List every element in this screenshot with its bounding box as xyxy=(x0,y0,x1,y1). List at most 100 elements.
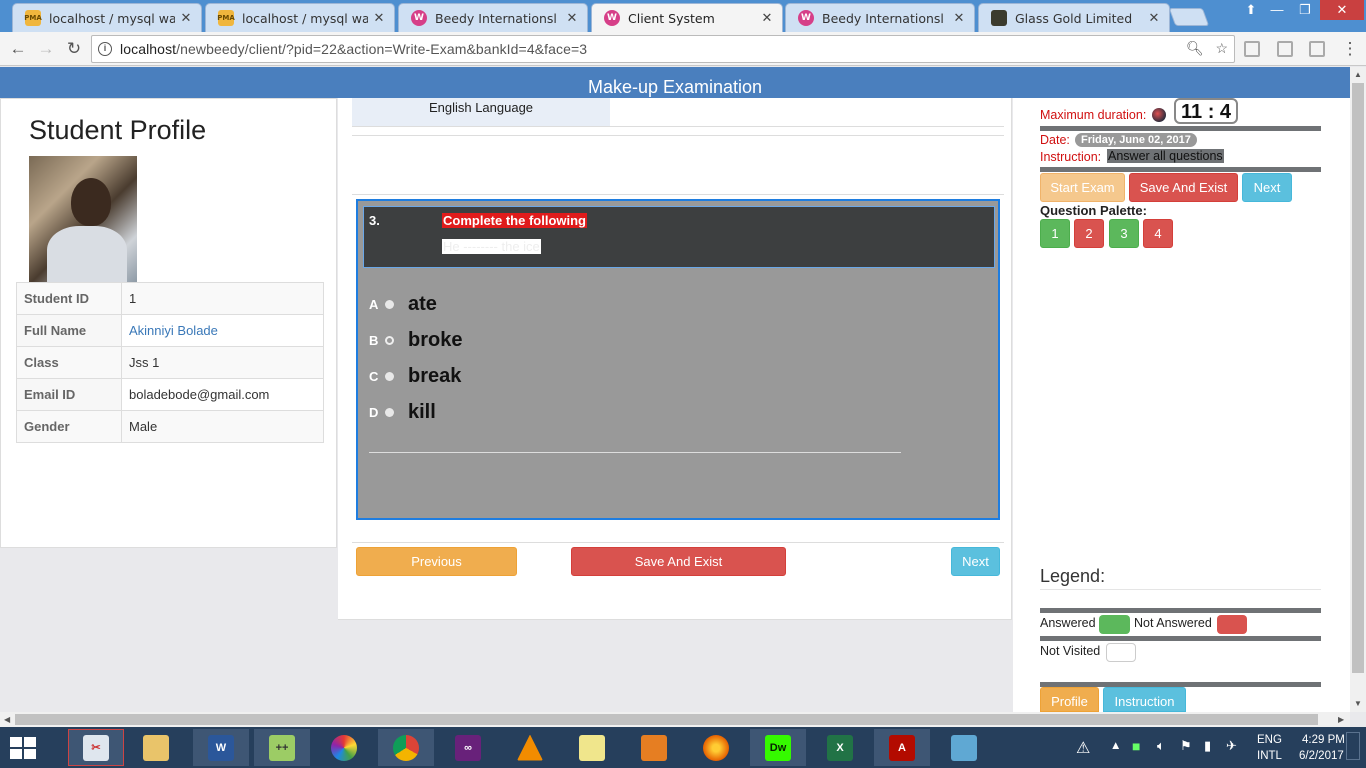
scroll-thumb[interactable] xyxy=(1352,83,1364,673)
file-explorer-icon[interactable] xyxy=(128,729,184,766)
tab-close-icon[interactable]: ✕ xyxy=(372,11,386,26)
input-language[interactable]: ENG xyxy=(1257,734,1282,746)
tab-close-icon[interactable]: ✕ xyxy=(179,11,193,26)
show-hidden-icons[interactable]: ▲ xyxy=(1110,740,1121,752)
network-warning-icon[interactable]: ⚠ xyxy=(1076,738,1090,758)
tab-instruction[interactable]: Instruction xyxy=(1103,687,1186,712)
option-a[interactable]: A ate xyxy=(369,293,437,316)
instruction-label: Instruction: xyxy=(1040,150,1102,164)
extension-sync-icon[interactable] xyxy=(1277,41,1293,57)
clock-date[interactable]: 6/2/2017 xyxy=(1299,750,1344,762)
moodle-icon: W xyxy=(604,10,620,26)
browser-tab-1[interactable]: PMA localhost / mysql wamps ✕ xyxy=(12,3,202,32)
instruction-value: Answer all questions xyxy=(1107,149,1224,163)
bookmark-star-icon[interactable]: ☆ xyxy=(1215,40,1228,56)
phpmyadmin-icon: PMA xyxy=(24,10,42,26)
reload-icon[interactable]: ↻ xyxy=(62,37,86,61)
address-bar[interactable]: i localhost/newbeedy/client/?pid=22&acti… xyxy=(91,35,1235,63)
notepad-plus-icon[interactable]: ++ xyxy=(254,729,310,766)
extension-grid-icon[interactable] xyxy=(1244,41,1260,57)
tab-close-icon[interactable]: ✕ xyxy=(1147,11,1161,26)
airplane-mode-icon[interactable]: ✈ xyxy=(1226,738,1237,754)
save-exit-button[interactable]: Save And Exist xyxy=(571,547,786,576)
battery-icon[interactable]: ▮ xyxy=(1204,738,1211,754)
word-icon[interactable]: W xyxy=(193,729,249,766)
zoom-icon[interactable]: 🔍︎ xyxy=(1186,40,1204,56)
option-radio[interactable] xyxy=(385,408,394,417)
palette-question-2[interactable]: 2 xyxy=(1074,219,1104,248)
scroll-up-icon[interactable]: ▲ xyxy=(1350,70,1366,79)
option-radio-selected[interactable] xyxy=(385,336,394,345)
photos-icon[interactable] xyxy=(936,729,992,766)
palette-question-1[interactable]: 1 xyxy=(1040,219,1070,248)
save-exit-button[interactable]: Save And Exist xyxy=(1129,173,1238,202)
sticky-notes-icon[interactable] xyxy=(564,729,620,766)
info-icon[interactable]: i xyxy=(98,42,112,56)
previous-button[interactable]: Previous xyxy=(356,547,517,576)
url-path: /newbeedy/client/?pid=22&action=Write-Ex… xyxy=(176,41,588,57)
acrobat-icon[interactable]: A xyxy=(874,729,930,766)
tab-subject[interactable]: English Language xyxy=(352,98,610,126)
excel-icon[interactable]: X xyxy=(812,729,868,766)
legend-answered-label: Answered xyxy=(1040,616,1096,630)
menu-icon[interactable]: ⋮ xyxy=(1338,37,1362,61)
clock-time[interactable]: 4:29 PM xyxy=(1302,734,1345,746)
tab-profile[interactable]: Profile xyxy=(1040,687,1099,712)
tab-close-icon[interactable]: ✕ xyxy=(952,11,966,26)
extension-shield-icon[interactable] xyxy=(1309,41,1325,57)
option-radio[interactable] xyxy=(385,372,394,381)
option-d[interactable]: D kill xyxy=(369,401,436,424)
browser-tab-3[interactable]: W Beedy Internationsl Mod ✕ xyxy=(398,3,588,32)
tab-label: Client System xyxy=(628,10,715,26)
window-close-button[interactable]: ✕ xyxy=(1320,0,1364,20)
windows-start-icon[interactable] xyxy=(10,737,38,759)
media-center-icon[interactable] xyxy=(626,729,682,766)
browser-tab-2[interactable]: PMA localhost / mysql wamps ✕ xyxy=(205,3,395,32)
volume-icon[interactable]: 🔈︎ xyxy=(1157,738,1165,754)
tab-close-icon[interactable]: ✕ xyxy=(760,11,774,26)
divider xyxy=(352,126,1004,127)
keyboard-layout[interactable]: INTL xyxy=(1257,750,1282,762)
palette-question-3[interactable]: 3 xyxy=(1109,219,1139,248)
browser-tab-5[interactable]: W Beedy Internationsl Mod ✕ xyxy=(785,3,975,32)
next-button[interactable]: Next xyxy=(1242,173,1292,202)
action-flag-icon[interactable]: ⚑ xyxy=(1180,738,1192,754)
tab-close-icon[interactable]: ✕ xyxy=(565,11,579,26)
palette-question-4[interactable]: 4 xyxy=(1143,219,1173,248)
scroll-thumb[interactable] xyxy=(15,714,1318,725)
notifications-icon[interactable] xyxy=(1346,732,1360,760)
browser-toolbar: ← → ↻ i localhost/newbeedy/client/?pid=2… xyxy=(0,32,1366,66)
new-tab-button[interactable] xyxy=(1168,8,1210,26)
browser-tab-4-active[interactable]: W Client System ✕ xyxy=(591,3,783,32)
firefox-icon[interactable] xyxy=(688,729,744,766)
vlc-icon[interactable] xyxy=(502,729,558,766)
visual-studio-icon[interactable]: ∞ xyxy=(440,729,496,766)
table-row: Class Jss 1 xyxy=(16,346,324,379)
dreamweaver-icon[interactable]: Dw xyxy=(750,729,806,766)
chrome-icon[interactable] xyxy=(378,729,434,766)
minimize-button[interactable]: — xyxy=(1262,0,1292,20)
clock-icon xyxy=(1152,108,1166,122)
back-arrow-icon[interactable]: ← xyxy=(6,37,30,61)
profile-value-link[interactable]: Akinniyi Bolade xyxy=(121,314,324,347)
horizontal-scrollbar[interactable]: ◀ ▶ xyxy=(0,712,1350,727)
restore-button[interactable]: ❐ xyxy=(1290,0,1320,20)
start-exam-button[interactable]: Start Exam xyxy=(1040,173,1125,202)
scroll-left-icon[interactable]: ◀ xyxy=(4,712,10,727)
scroll-down-icon[interactable]: ▼ xyxy=(1350,699,1366,708)
option-radio[interactable] xyxy=(385,300,394,309)
forward-arrow-icon[interactable]: → xyxy=(34,37,58,61)
paint-icon[interactable] xyxy=(316,729,372,766)
app-tray-icon[interactable]: ■ xyxy=(1132,738,1140,754)
browser-tab-6[interactable]: Glass Gold Limited ✕ xyxy=(978,3,1170,32)
next-button[interactable]: Next xyxy=(951,547,1000,576)
vertical-scrollbar[interactable]: ▲ ▼ xyxy=(1350,67,1366,712)
option-b[interactable]: B broke xyxy=(369,329,462,352)
legend-not-answered-label: Not Answered xyxy=(1134,616,1212,630)
option-c[interactable]: C break xyxy=(369,365,461,388)
snipping-tool-icon[interactable]: ✂ xyxy=(68,729,124,766)
profile-key: Student ID xyxy=(16,282,122,315)
scroll-right-icon[interactable]: ▶ xyxy=(1338,712,1344,727)
profile-key: Email ID xyxy=(16,378,122,411)
avatar-shirt xyxy=(47,226,127,282)
